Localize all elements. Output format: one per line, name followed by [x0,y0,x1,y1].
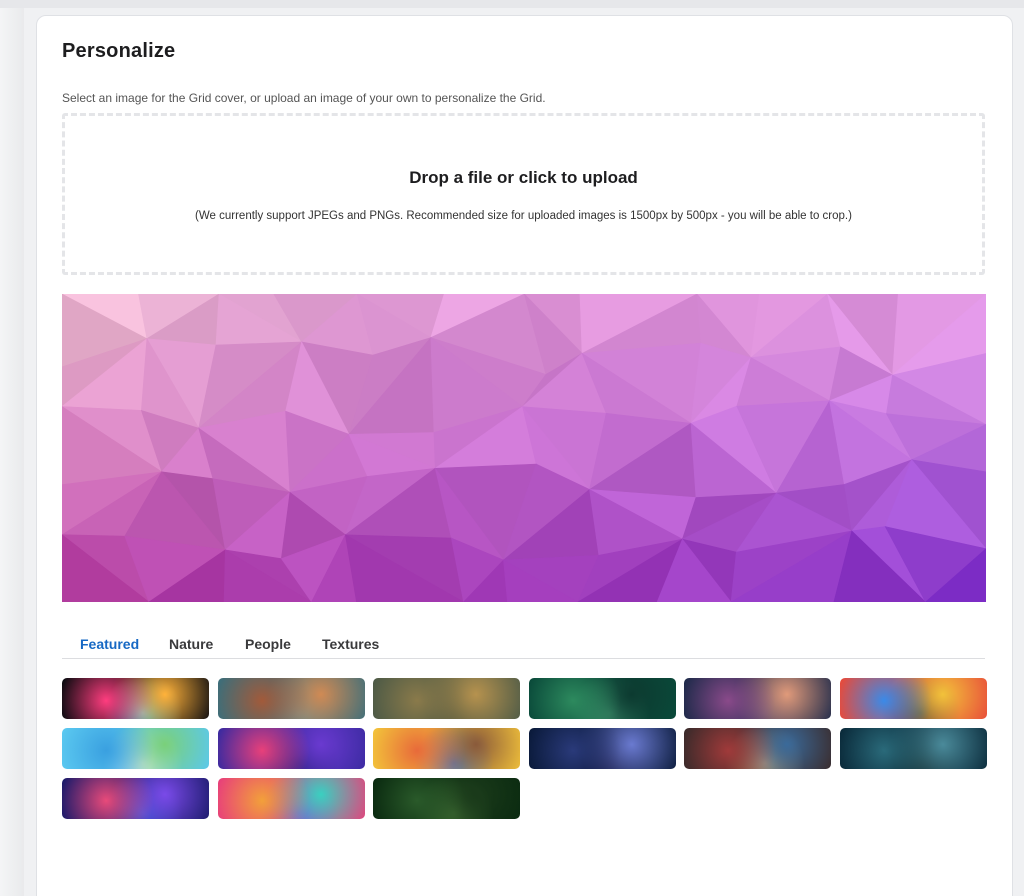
cover-thumbnail-coral-aerial[interactable] [217,678,365,719]
cover-thumbnail-cartoon-kids[interactable] [373,728,520,769]
upload-note: (We currently support JPEGs and PNGs. Re… [195,210,852,222]
left-shade [0,8,24,896]
cover-thumbnail-cartoon-earth[interactable] [62,728,209,769]
cover-thumbnail-desert-aerial[interactable] [373,678,520,719]
cover-thumbnail-elephant-forest[interactable] [839,728,987,769]
low-poly-cover-image [62,294,986,602]
top-bar [0,0,1024,8]
cover-thumbnail-forest-canopy[interactable] [373,778,520,819]
description-text: Select an image for the Grid cover, or u… [62,91,546,105]
tab-featured[interactable]: Featured [80,636,139,652]
tab-textures[interactable]: Textures [322,636,379,652]
upload-title: Drop a file or click to upload [409,168,638,187]
cover-thumbnail-neon-mountains[interactable] [217,728,365,769]
cover-thumbnail-paint-explosion[interactable] [62,678,209,719]
tab-people[interactable]: People [245,636,291,652]
page-title: Personalize [62,40,176,62]
cover-thumbnail-cartoon-cat[interactable] [684,678,831,719]
cover-thumbnail-graffiti-art[interactable] [839,678,987,719]
tab-nature[interactable]: Nature [169,636,213,652]
cover-thumbnail-colorful-pattern[interactable] [217,778,365,819]
upload-dropzone[interactable]: Drop a file or click to upload (We curre… [62,113,985,275]
cover-thumbnail-starry-sky[interactable] [528,728,676,769]
personalize-card: Personalize Select an image for the Grid… [36,15,1013,896]
cover-thumbnail-fern-leaves[interactable] [528,678,676,719]
cover-thumbnail-book-shelf[interactable] [684,728,831,769]
cover-image-preview [62,294,986,602]
cover-thumbnail-network-lights[interactable] [62,778,209,819]
category-tabs: Featured Nature People Textures [62,631,985,659]
